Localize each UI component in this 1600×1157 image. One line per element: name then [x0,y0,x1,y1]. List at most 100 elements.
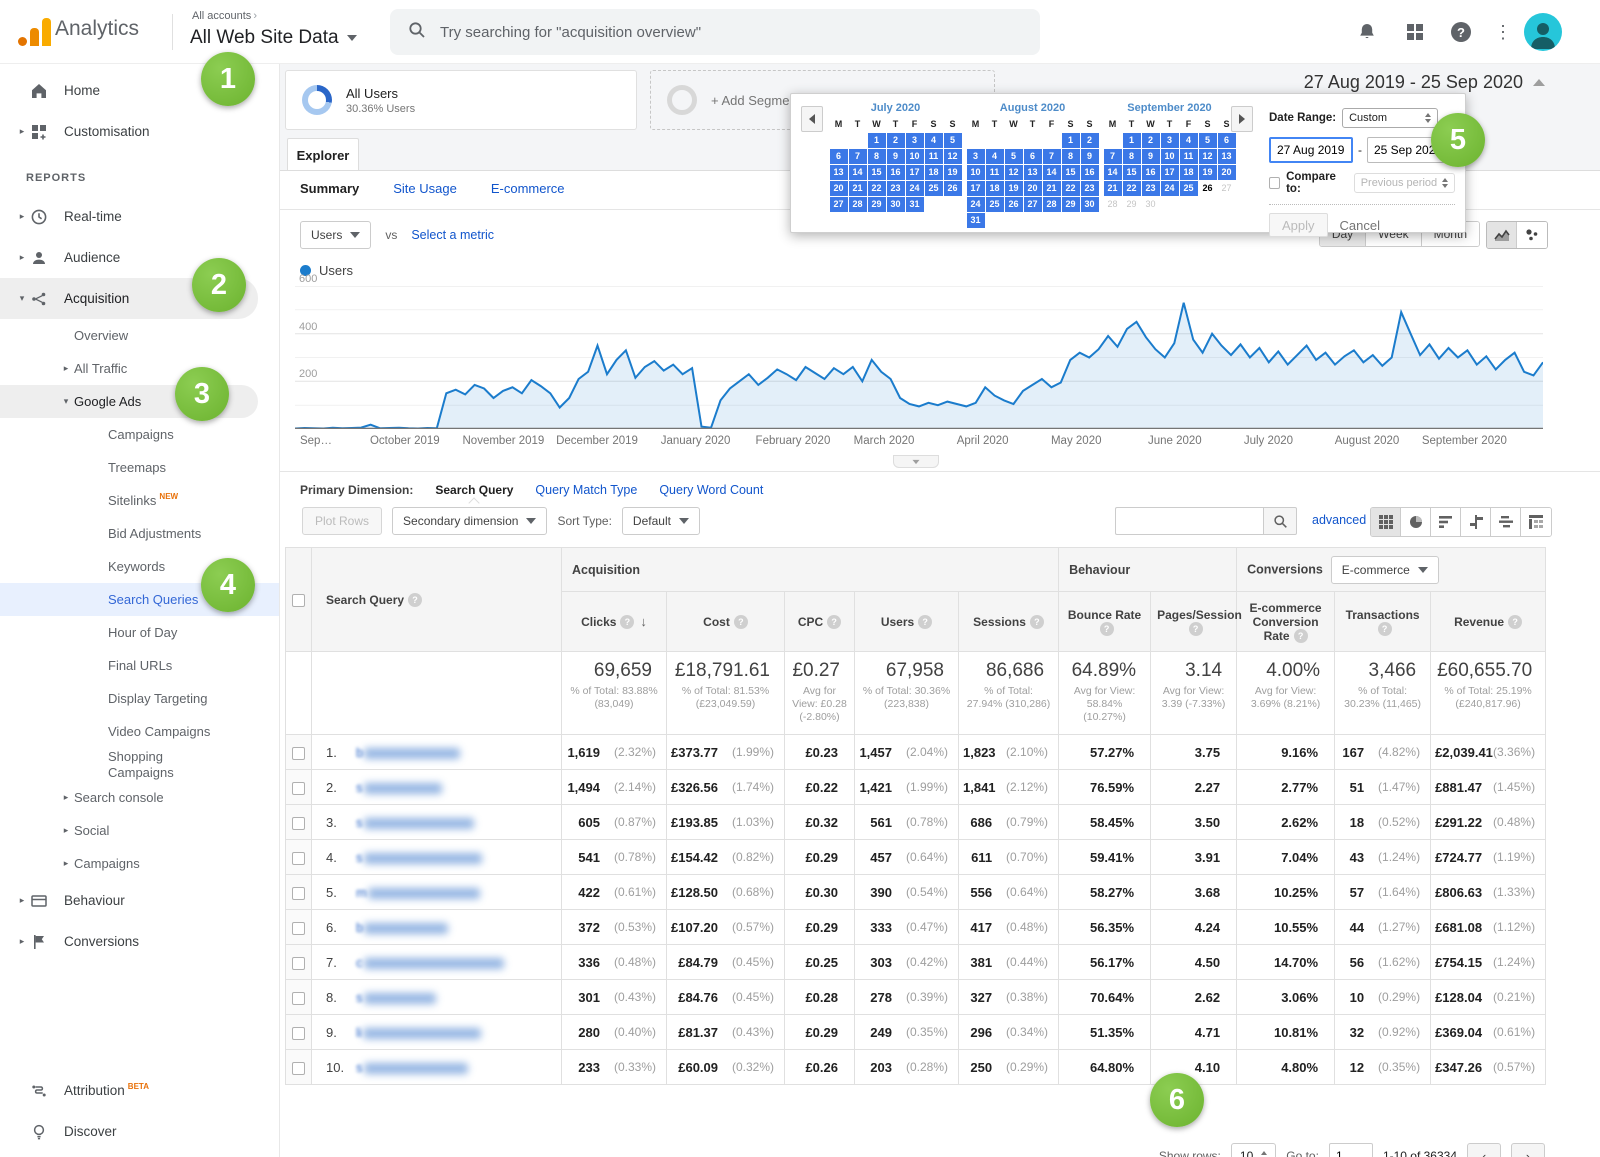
table-search-input[interactable] [1115,507,1263,535]
calendar-day[interactable]: 20 [830,181,848,196]
calendar-day[interactable]: 10 [967,165,985,180]
sidebar-item-hour-of-day[interactable]: Hour of Day [0,616,279,649]
calendar-day[interactable]: 20 [1218,165,1236,180]
sidebar-item-conversions[interactable]: ▸Conversions [0,921,279,962]
sidebar-item-overview[interactable]: Overview [0,319,279,352]
term-cloud-view-icon[interactable] [1491,508,1521,536]
calendar-day[interactable]: 1 [1123,133,1141,148]
blurred-query-link[interactable]: m [356,885,367,900]
calendar-day[interactable]: 27 [1024,197,1042,212]
calendar-day[interactable]: 11 [925,149,943,164]
calendar-day[interactable]: 15 [868,165,886,180]
calendar-day[interactable]: 7 [849,149,867,164]
metric-selector[interactable]: Users [300,221,371,249]
column-header-cost[interactable]: Cost? [667,592,785,652]
row-checkbox[interactable] [292,852,305,865]
calendar-day[interactable]: 10 [1161,149,1179,164]
calendar-day[interactable]: 28 [849,197,867,212]
calendar-day[interactable]: 3 [1161,133,1179,148]
apply-button[interactable]: Apply [1269,213,1328,237]
calendar-day[interactable]: 17 [1161,165,1179,180]
calendar-day[interactable]: 14 [1043,165,1061,180]
calendar-day[interactable]: 28 [1043,197,1061,212]
row-checkbox[interactable] [292,922,305,935]
chart-collapse-handle[interactable] [893,455,939,468]
calendar-day[interactable]: 17 [906,165,924,180]
sidebar-item-display-targeting[interactable]: Display Targeting [0,682,279,715]
sidebar-item-attribution[interactable]: AttributionBETA [0,1070,279,1111]
calendar-day[interactable]: 15 [1123,165,1141,180]
property-selector[interactable]: All Web Site Data [190,27,357,49]
sidebar-item-social[interactable]: ▸Social [0,814,279,847]
pivot-view-icon[interactable] [1521,508,1551,536]
sidebar-item-real-time[interactable]: ▸Real-time [0,196,279,237]
line-chart-view-icon[interactable] [1487,222,1517,248]
search-input[interactable] [440,24,980,41]
calendar-day[interactable]: 30 [1081,197,1099,212]
row-checkbox[interactable] [292,957,305,970]
calendar-day[interactable]: 2 [887,133,905,148]
calendar-day[interactable]: 1 [1062,133,1080,148]
cancel-button[interactable]: Cancel [1340,218,1380,233]
calendar-day[interactable]: 19 [1199,165,1217,180]
calendar-day[interactable]: 4 [986,149,1004,164]
calendar-day[interactable]: 25 [1180,181,1198,196]
performance-view-icon[interactable] [1431,508,1461,536]
calendar-day[interactable]: 13 [1024,165,1042,180]
calendar-day[interactable]: 9 [1081,149,1099,164]
table-search-button[interactable] [1263,507,1297,535]
calendar-day[interactable]: 26 [1199,181,1217,196]
plot-rows-button[interactable]: Plot Rows [302,507,382,535]
calendar-day[interactable]: 18 [925,165,943,180]
column-header-search-query[interactable]: Search Query? [312,548,562,652]
blurred-query-text[interactable] [364,1063,468,1074]
column-header-bounce-rate[interactable]: Bounce Rate? [1059,592,1151,652]
subtab-ecommerce[interactable]: E-commerce [491,181,565,196]
next-page-button[interactable]: › [1511,1143,1545,1157]
sidebar-item-search-console[interactable]: ▸Search console [0,781,279,814]
table-view-icon[interactable] [1371,508,1401,536]
show-rows-selector[interactable]: 10 [1231,1143,1276,1157]
calendar-day[interactable]: 10 [906,149,924,164]
calendar-day[interactable]: 24 [1161,181,1179,196]
compare-period-selector[interactable]: Previous period [1354,173,1455,193]
sidebar-item-behaviour[interactable]: ▸Behaviour [0,880,279,921]
calendar-day[interactable]: 13 [830,165,848,180]
blurred-query-text[interactable] [364,993,436,1004]
calendar-day[interactable]: 8 [868,149,886,164]
calendar-day[interactable]: 27 [1218,181,1236,196]
calendar-day[interactable]: 30 [1142,197,1160,212]
sort-type-selector[interactable]: Default [622,507,700,535]
calendar-day[interactable]: 19 [1005,181,1023,196]
subtab-summary[interactable]: Summary [300,181,359,196]
dimension-query-match-type[interactable]: Query Match Type [535,483,637,497]
calendar-day[interactable]: 3 [967,149,985,164]
previous-page-button[interactable]: ‹ [1467,1143,1501,1157]
calendar-day[interactable]: 18 [986,181,1004,196]
blurred-query-text[interactable] [364,783,442,794]
calendar-day[interactable]: 12 [1005,165,1023,180]
calendar-day[interactable]: 13 [1218,149,1236,164]
calendar-day[interactable]: 2 [1081,133,1099,148]
motion-chart-view-icon[interactable] [1517,222,1547,248]
blurred-query-link[interactable]: s [356,990,363,1005]
blurred-query-link[interactable]: s [356,815,363,830]
calendar-day[interactable]: 1 [868,133,886,148]
calendar-day[interactable]: 14 [849,165,867,180]
calendar-day[interactable]: 6 [830,149,848,164]
calendar-day[interactable]: 31 [967,213,985,228]
sidebar-item-campaigns[interactable]: ▸Campaigns [0,847,279,880]
calendar-day[interactable]: 8 [1062,149,1080,164]
calendar-day[interactable]: 31 [906,197,924,212]
calendar-day[interactable]: 26 [944,181,962,196]
calendar-day[interactable]: 11 [1180,149,1198,164]
row-checkbox[interactable] [292,1027,305,1040]
calendar-day[interactable]: 23 [1142,181,1160,196]
sidebar-item-video-campaigns[interactable]: Video Campaigns [0,715,279,748]
select-all-checkbox[interactable] [292,594,305,607]
previous-months-button[interactable] [801,106,823,132]
calendar-day[interactable]: 22 [868,181,886,196]
calendar-day[interactable]: 12 [1199,149,1217,164]
calendar-day[interactable]: 9 [1142,149,1160,164]
more-menu-icon[interactable]: ⋮ [1491,20,1515,44]
